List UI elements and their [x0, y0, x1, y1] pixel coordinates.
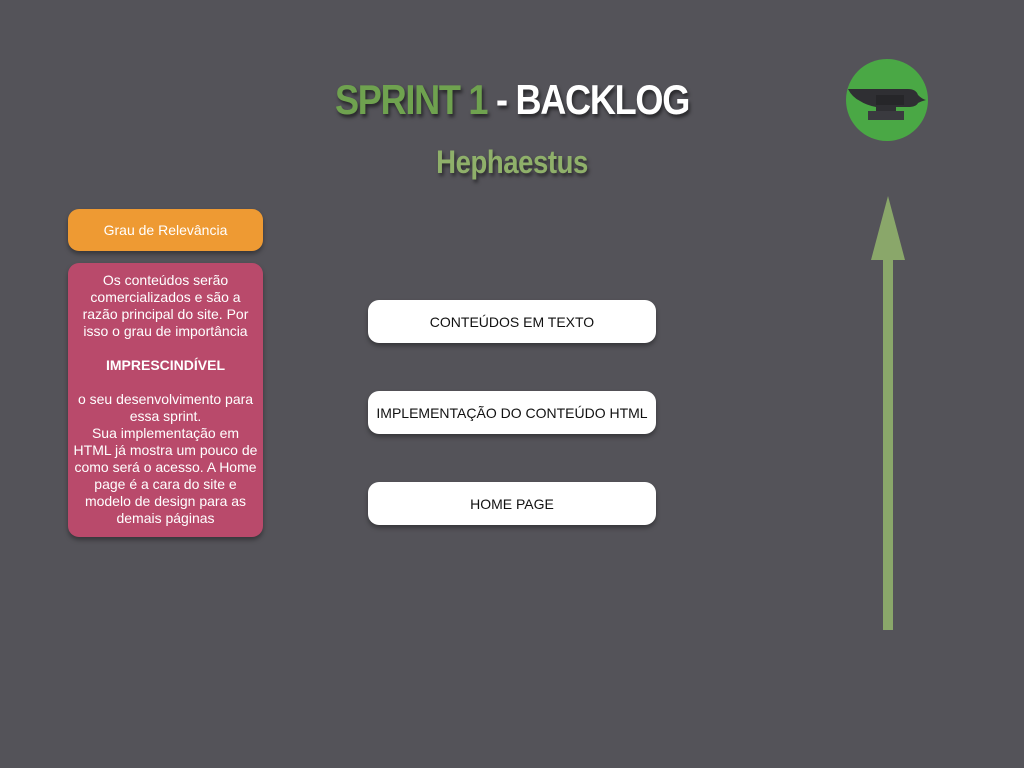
- importance-level: IMPRESCINDÍVEL: [105, 357, 225, 373]
- title-backlog: - BACKLOG: [487, 76, 690, 123]
- backlog-item-implementacao-html[interactable]: IMPLEMENTAÇÃO DO CONTEÚDO HTML: [368, 391, 656, 434]
- page-title: SPRINT 1 - BACKLOG: [72, 76, 953, 124]
- description-paragraph: Os conteúdos serão comercializados e são…: [82, 272, 249, 339]
- anvil-icon: [848, 89, 926, 120]
- up-arrow-icon: [871, 196, 905, 630]
- relevance-button[interactable]: Grau de Relevância: [68, 209, 263, 251]
- description-paragraph: o seu desenvolvimento para essa sprint.: [77, 391, 254, 424]
- backlog-item-home-page[interactable]: HOME PAGE: [368, 482, 656, 525]
- logo: [846, 59, 928, 141]
- title-sprint: SPRINT 1: [334, 76, 489, 123]
- description-paragraph: Sua implementação em HTML já mostra um p…: [73, 425, 258, 526]
- relevance-description-card: Os conteúdos serão comercializados e são…: [68, 263, 263, 537]
- project-name: Hephaestus: [436, 144, 588, 180]
- backlog-item-conteudos[interactable]: CONTEÚDOS EM TEXTO: [368, 300, 656, 343]
